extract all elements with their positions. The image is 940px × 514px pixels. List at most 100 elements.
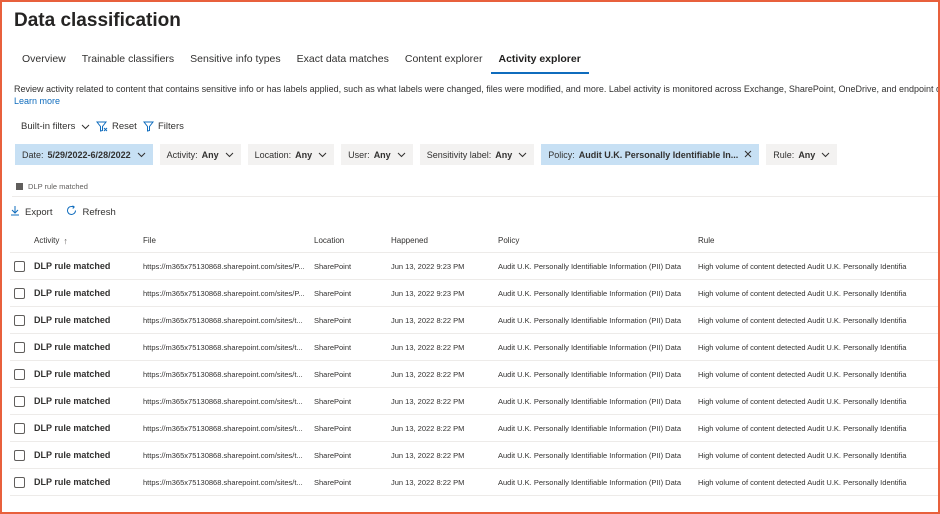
row-checkbox-cell [14, 469, 26, 495]
filter-chip-policy[interactable]: Policy: Audit U.K. Personally Identifiab… [541, 144, 760, 165]
tab-activity-explorer[interactable]: Activity explorer [490, 52, 589, 74]
reset-label: Reset [112, 121, 137, 132]
table-row[interactable]: DLP rule matched https://m365x75130868.sh… [10, 361, 938, 388]
row-checkbox[interactable] [14, 260, 25, 272]
table-row[interactable]: DLP rule matched https://m365x75130868.sh… [10, 469, 938, 496]
cell-file[interactable]: https://m365x75130868.sharepoint.com/sit… [143, 442, 309, 468]
row-checkbox-cell [14, 253, 26, 279]
cell-file[interactable]: https://m365x75130868.sharepoint.com/sit… [143, 415, 309, 441]
tab-overview[interactable]: Overview [14, 52, 74, 74]
filter-chip-activity[interactable]: Activity: Any [159, 144, 241, 165]
cell-policy: Audit U.K. Personally Identifiable Infor… [498, 342, 682, 352]
table-row[interactable]: DLP rule matched https://m365x75130868.sh… [10, 334, 938, 361]
tab-trainable-classifiers[interactable]: Trainable classifiers [74, 52, 182, 74]
filter-chip-sensitivity-label[interactable]: Sensitivity label: Any [419, 144, 535, 165]
chevron-down-icon [137, 150, 146, 160]
filter-chip-location[interactable]: Location: Any [247, 144, 335, 165]
column-header-activity[interactable]: Activity ↑ [34, 229, 139, 252]
column-header-location[interactable]: Location [314, 229, 386, 252]
cell-rule: High volume of content detected Audit U.… [698, 261, 907, 271]
cell-rule: High volume of content detected Audit U.… [698, 396, 907, 406]
app-frame: Data classification Overview Trainable c… [0, 0, 940, 514]
tab-sensitive-info-types[interactable]: Sensitive info types [182, 52, 288, 74]
table-row[interactable]: DLP rule matched https://m365x75130868.sh… [10, 280, 938, 307]
builtin-filters-button[interactable]: Built-in filters [21, 121, 90, 132]
cell-policy: Audit U.K. Personally Identifiable Infor… [498, 288, 682, 298]
cell-location: SharePoint [314, 369, 352, 379]
row-checkbox[interactable] [14, 395, 25, 407]
cell-rule: High volume of content detected Audit U.… [698, 477, 907, 487]
divider [12, 196, 938, 197]
table-row[interactable]: DLP rule matched https://m365x75130868.sh… [10, 253, 938, 280]
row-checkbox[interactable] [14, 341, 25, 353]
tab-exact-data-matches[interactable]: Exact data matches [289, 52, 397, 74]
cell-happened: Jun 13, 2022 8:22 PM [391, 315, 465, 325]
chip-value: Any [798, 149, 816, 160]
page-title: Data classification [14, 10, 181, 31]
cell-rule: High volume of content detected Audit U.… [698, 423, 907, 433]
column-header-label: Activity [34, 236, 60, 245]
filter-chip-date[interactable]: Date: 5/29/2022-6/28/2022 [15, 144, 153, 165]
table-header: Activity ↑ File Location Happened Policy… [10, 229, 938, 253]
cell-happened: Jun 13, 2022 8:22 PM [391, 369, 465, 379]
learn-more-link[interactable]: Learn more [14, 96, 60, 106]
filter-chip-rule[interactable]: Rule: Any [766, 144, 838, 165]
cell-location: SharePoint [314, 396, 352, 406]
table-row[interactable]: DLP rule matched https://m365x75130868.sh… [10, 442, 938, 469]
row-checkbox[interactable] [14, 476, 25, 488]
cell-file[interactable]: https://m365x75130868.sharepoint.com/sit… [143, 307, 309, 333]
cell-location: SharePoint [314, 423, 352, 433]
chip-value: Any [373, 149, 391, 160]
filter-icon [143, 121, 154, 132]
cell-happened: Jun 13, 2022 8:22 PM [391, 450, 465, 460]
row-checkbox[interactable] [14, 314, 25, 326]
cell-location: SharePoint [314, 450, 352, 460]
close-icon[interactable] [744, 150, 752, 160]
column-header-policy[interactable]: Policy [498, 229, 694, 252]
cell-happened: Jun 13, 2022 8:22 PM [391, 477, 465, 487]
table-row[interactable]: DLP rule matched https://m365x75130868.sh… [10, 415, 938, 442]
chip-label: Rule: [773, 149, 795, 160]
cell-activity: DLP rule matched [34, 342, 111, 352]
refresh-button[interactable]: Refresh [66, 205, 116, 219]
reset-button[interactable]: Reset [96, 121, 137, 132]
chevron-down-icon [81, 124, 90, 130]
row-checkbox-cell [14, 361, 26, 387]
filters-label: Filters [158, 121, 184, 132]
cell-location: SharePoint [314, 315, 352, 325]
chip-label: Policy: [548, 149, 575, 160]
chip-label: Date: [22, 149, 44, 160]
cell-file[interactable]: https://m365x75130868.sharepoint.com/sit… [143, 280, 309, 306]
cell-file[interactable]: https://m365x75130868.sharepoint.com/sit… [143, 469, 309, 495]
column-header-rule[interactable]: Rule [698, 229, 912, 252]
cell-file[interactable]: https://m365x75130868.sharepoint.com/sit… [143, 361, 309, 387]
row-checkbox[interactable] [14, 368, 25, 380]
filters-button[interactable]: Filters [143, 121, 184, 132]
tab-content-explorer[interactable]: Content explorer [397, 52, 491, 74]
row-checkbox[interactable] [14, 422, 25, 434]
chip-value: Audit U.K. Personally Identifiable In... [578, 149, 739, 160]
cell-file[interactable]: https://m365x75130868.sharepoint.com/sit… [143, 253, 309, 279]
cell-policy: Audit U.K. Personally Identifiable Infor… [498, 315, 682, 325]
cell-rule: High volume of content detected Audit U.… [698, 450, 907, 460]
legend-label: DLP rule matched [28, 182, 88, 191]
export-button[interactable]: Export [10, 205, 52, 219]
column-header-happened[interactable]: Happened [391, 229, 494, 252]
cell-happened: Jun 13, 2022 9:23 PM [391, 261, 465, 271]
chip-label: Location: [254, 149, 292, 160]
tab-bar: Overview Trainable classifiers Sensitive… [14, 52, 589, 74]
filter-chip-user[interactable]: User: Any [341, 144, 413, 165]
cell-file[interactable]: https://m365x75130868.sharepoint.com/sit… [143, 334, 309, 360]
table-toolbar: Export Refresh [10, 205, 116, 219]
table-row[interactable]: DLP rule matched https://m365x75130868.sh… [10, 388, 938, 415]
cell-happened: Jun 13, 2022 8:22 PM [391, 396, 465, 406]
row-checkbox[interactable] [14, 287, 25, 299]
cell-file[interactable]: https://m365x75130868.sharepoint.com/sit… [143, 388, 309, 414]
table-row[interactable]: DLP rule matched https://m365x75130868.sh… [10, 307, 938, 334]
chevron-down-icon [225, 150, 234, 160]
chip-value: Any [201, 149, 219, 160]
row-checkbox-cell [14, 307, 26, 333]
chart-legend: DLP rule matched [16, 182, 88, 191]
column-header-file[interactable]: File [143, 229, 309, 252]
row-checkbox[interactable] [14, 449, 25, 461]
